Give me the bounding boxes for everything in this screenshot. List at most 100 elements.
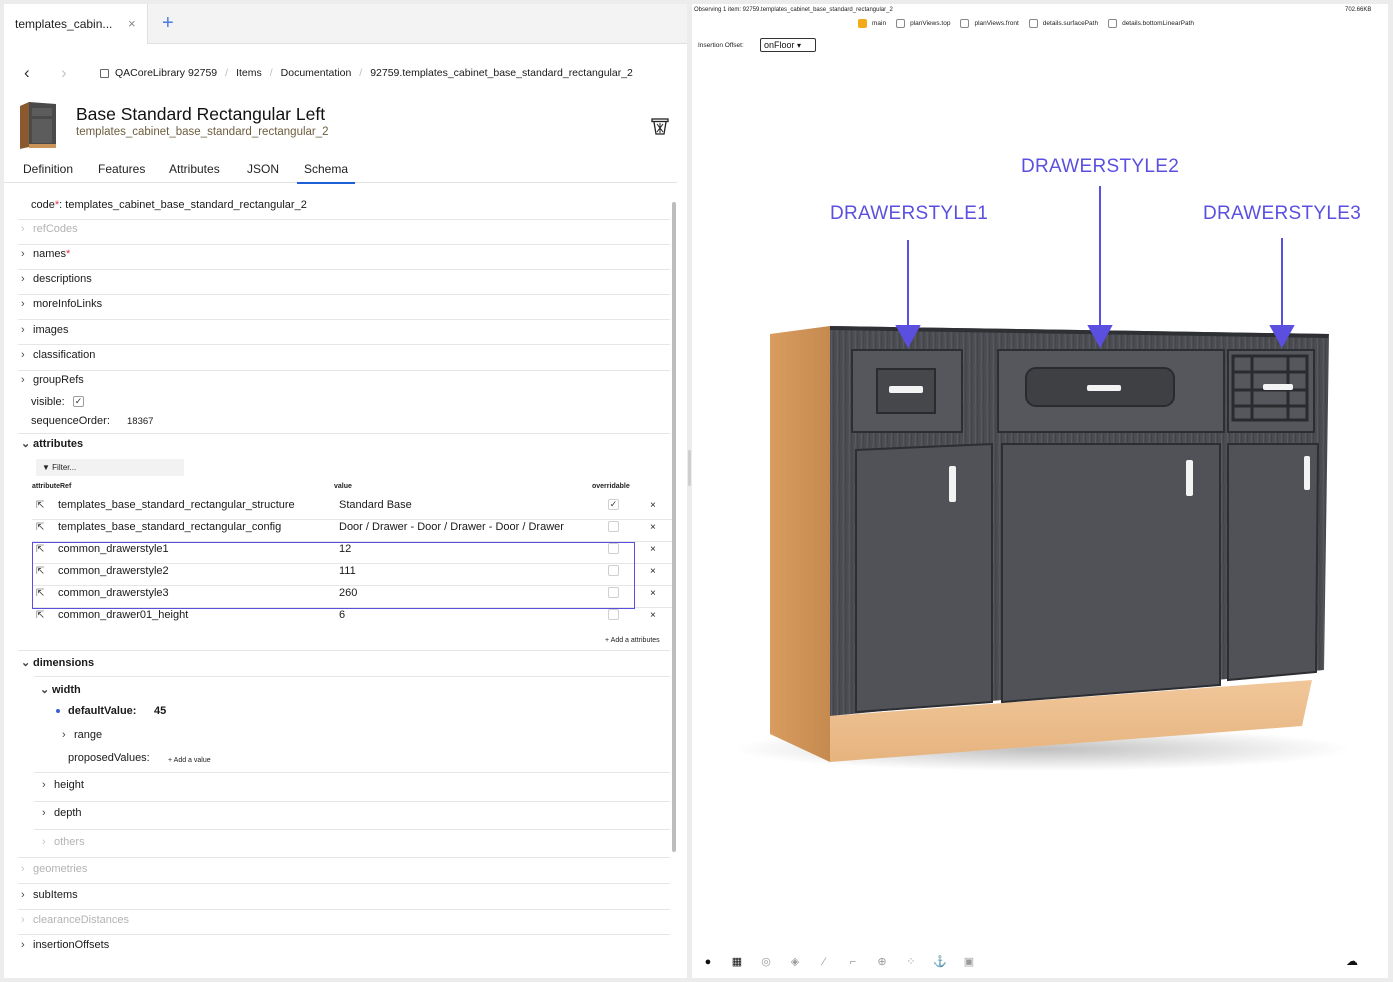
tab-features[interactable]: Features: [98, 162, 145, 176]
brush-icon[interactable]: ⁄: [816, 954, 832, 970]
compass-icon[interactable]: ◎: [758, 954, 774, 970]
chevron-right-icon[interactable]: ›: [21, 273, 33, 285]
attribute-value[interactable]: Standard Base: [339, 499, 412, 511]
breadcrumb-library[interactable]: QACoreLibrary 92759: [115, 67, 217, 79]
document-tab[interactable]: templates_cabin... ×: [4, 4, 148, 44]
close-icon[interactable]: ×: [128, 16, 136, 31]
item-title: Base Standard Rectangular Left: [76, 104, 326, 124]
breadcrumb-documentation[interactable]: Documentation: [281, 67, 352, 79]
vertical-scrollbar[interactable]: [672, 202, 676, 852]
chevron-right-icon[interactable]: ›: [42, 779, 54, 791]
node-label: refCodes: [33, 223, 78, 235]
tree-node-classification[interactable]: › classification: [21, 349, 95, 361]
tab-json[interactable]: JSON: [247, 162, 279, 176]
add-value-button[interactable]: + Add a value: [168, 757, 211, 764]
dots-grid-icon[interactable]: ⁘: [903, 954, 919, 970]
node-label: groupRefs: [33, 374, 84, 386]
chevron-right-icon[interactable]: ›: [42, 807, 54, 819]
drawer-handle-3: [1263, 384, 1293, 390]
remove-icon[interactable]: ×: [650, 566, 656, 577]
attribute-ref[interactable]: common_drawer01_height: [58, 609, 188, 621]
breadcrumb-separator: /: [269, 67, 273, 79]
tree-node-others: › others: [42, 836, 85, 848]
overridable-checkbox[interactable]: ✓: [608, 499, 619, 510]
chevron-right-icon[interactable]: ›: [21, 248, 33, 260]
divider: [34, 829, 670, 830]
tree-node-width[interactable]: ⌄ width: [40, 683, 81, 696]
tree-node-geometries: › geometries: [21, 863, 87, 875]
tree-node-moreinfolinks[interactable]: › moreInfoLinks: [21, 298, 102, 310]
target-icon[interactable]: ⊕: [874, 954, 890, 970]
remove-icon[interactable]: ×: [650, 544, 656, 555]
tree-node-range[interactable]: › range: [62, 729, 102, 741]
chevron-right-icon[interactable]: ›: [21, 324, 33, 336]
chevron-down-icon[interactable]: ⌄: [21, 656, 33, 669]
forward-arrow-icon[interactable]: ›: [61, 63, 67, 83]
chevron-right-icon: ›: [21, 863, 25, 875]
chevron-right-icon[interactable]: ›: [21, 939, 33, 951]
chevron-right-icon[interactable]: ›: [21, 889, 33, 901]
remove-icon[interactable]: ×: [650, 588, 656, 599]
breadcrumb-item[interactable]: 92759.templates_cabinet_base_standard_re…: [370, 67, 633, 79]
grid-icon[interactable]: ▦: [729, 954, 745, 970]
attribute-ref[interactable]: templates_base_standard_rectangular_stru…: [58, 499, 295, 511]
divider: [18, 433, 670, 434]
tree-node-subitems[interactable]: › subItems: [21, 889, 78, 901]
tab-attributes[interactable]: Attributes: [169, 162, 220, 176]
tree-node-depth[interactable]: › depth: [42, 807, 82, 819]
add-attribute-button[interactable]: + Add a attributes: [605, 637, 660, 644]
chevron-down-icon[interactable]: ⌄: [21, 437, 33, 450]
tree-node-grouprefs[interactable]: › groupRefs: [21, 374, 84, 386]
default-value[interactable]: 45: [154, 705, 166, 717]
divider: [18, 883, 670, 884]
tree-node-names[interactable]: › names*: [21, 248, 70, 260]
cabinet-3d-view[interactable]: [692, 4, 1388, 978]
tree-node-insertion-offsets[interactable]: › insertionOffsets: [21, 939, 109, 951]
add-tab-icon[interactable]: +: [162, 12, 174, 35]
back-arrow-icon[interactable]: ‹: [24, 63, 30, 83]
node-label: images: [33, 324, 69, 336]
chevron-right-icon[interactable]: ›: [21, 374, 33, 386]
tree-node-clearance-distances: › clearanceDistances: [21, 914, 129, 926]
external-link-icon[interactable]: ⇱: [36, 500, 44, 511]
cube-icon[interactable]: ◈: [787, 954, 803, 970]
tree-node-dimensions[interactable]: ⌄ dimensions: [21, 656, 94, 669]
cloud-upload-icon[interactable]: ☁: [1346, 954, 1358, 968]
tree-node-descriptions[interactable]: › descriptions: [21, 273, 92, 285]
filter-input[interactable]: ▼ Filter...: [36, 459, 184, 476]
gallery-icon[interactable]: ▣: [961, 954, 977, 970]
chevron-down-icon[interactable]: ⌄: [40, 683, 52, 696]
chevron-right-icon: ›: [42, 836, 46, 848]
node-label: others: [54, 836, 85, 848]
external-link-icon[interactable]: ⇱: [36, 522, 44, 533]
tree-node-attributes[interactable]: ⌄ attributes: [21, 437, 83, 450]
palette-icon[interactable]: ●: [700, 954, 716, 970]
overridable-checkbox[interactable]: [608, 521, 619, 532]
visible-checkbox[interactable]: ✓: [73, 396, 84, 407]
code-value: templates_cabinet_base_standard_rectangu…: [65, 199, 307, 211]
panel-splitter[interactable]: [688, 450, 691, 486]
remove-icon[interactable]: ×: [650, 500, 656, 511]
trash-icon[interactable]: [649, 115, 671, 137]
tree-node-images[interactable]: › images: [21, 324, 68, 336]
chevron-right-icon[interactable]: ›: [21, 298, 33, 310]
crop-icon[interactable]: ⌐: [845, 954, 861, 970]
anchor-icon[interactable]: ⚓: [932, 954, 948, 970]
attribute-value[interactable]: Door / Drawer - Door / Drawer - Door / D…: [339, 521, 564, 533]
attribute-ref[interactable]: templates_base_standard_rectangular_conf…: [58, 521, 281, 533]
cabinet-side-panel: [770, 326, 830, 762]
breadcrumb-items[interactable]: Items: [236, 67, 262, 79]
overridable-checkbox[interactable]: [608, 609, 619, 620]
attribute-value[interactable]: 6: [339, 609, 345, 621]
tab-schema[interactable]: Schema: [297, 162, 356, 184]
sequence-order-value[interactable]: 18367: [127, 416, 153, 427]
remove-icon[interactable]: ×: [650, 610, 656, 621]
tree-node-height[interactable]: › height: [42, 779, 84, 791]
item-thumbnail: [20, 102, 56, 149]
divider: [34, 676, 670, 677]
chevron-right-icon[interactable]: ›: [21, 349, 33, 361]
chevron-right-icon[interactable]: ›: [62, 729, 74, 741]
remove-icon[interactable]: ×: [650, 522, 656, 533]
tab-definition[interactable]: Definition: [23, 162, 73, 176]
external-link-icon[interactable]: ⇱: [36, 610, 44, 621]
